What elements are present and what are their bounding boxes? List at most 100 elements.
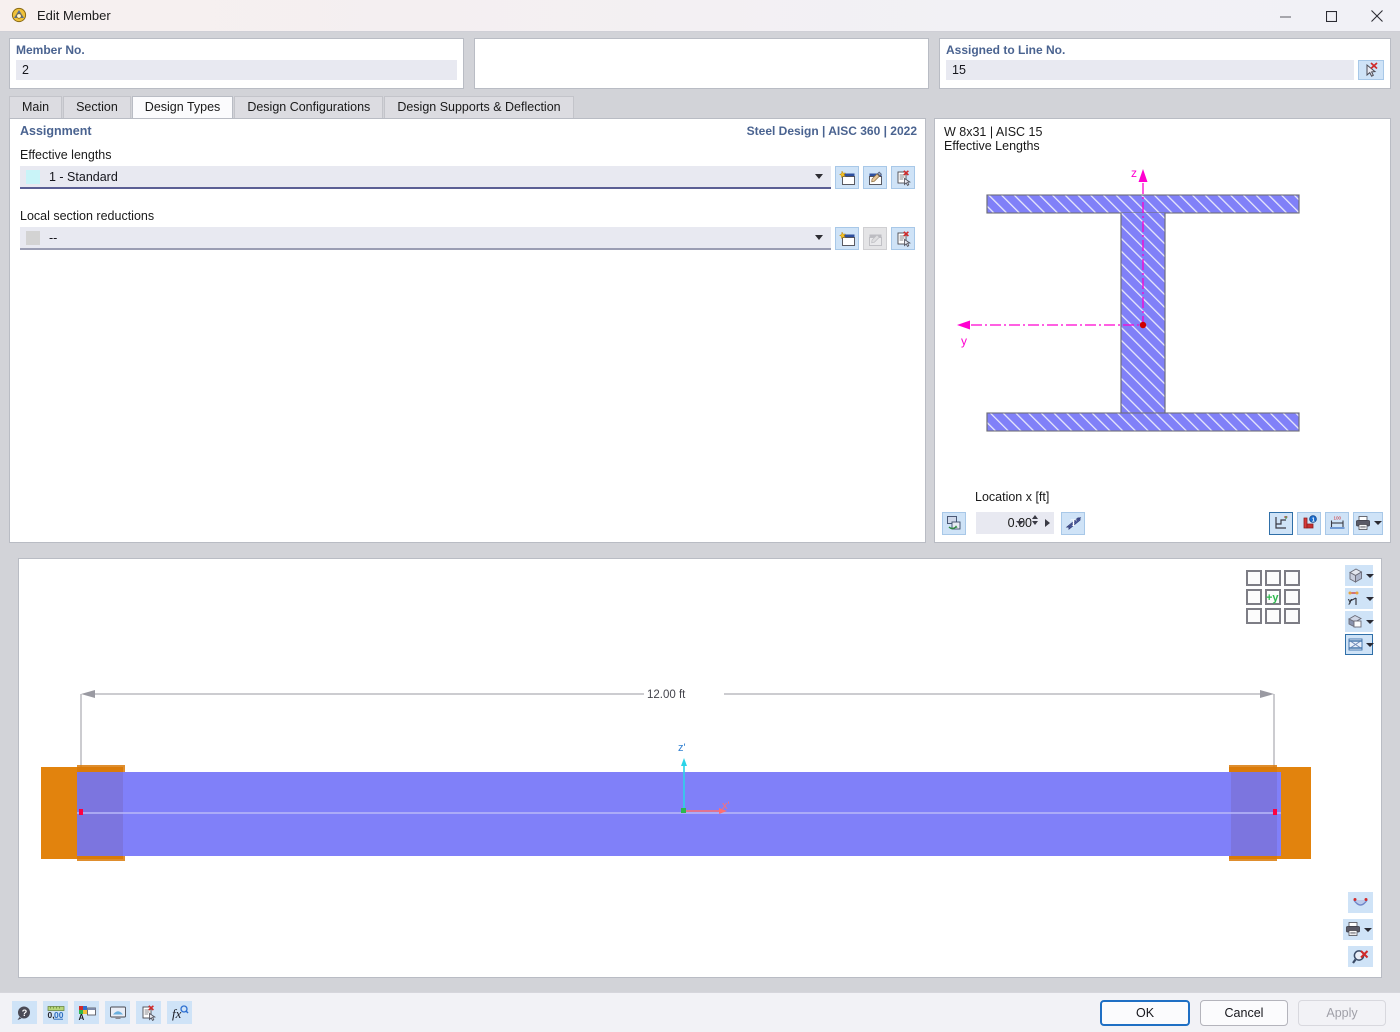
print-icon[interactable]: [1343, 919, 1373, 940]
numeric-format-icon[interactable]: 0, 00: [43, 1001, 68, 1024]
section-subtitle-label: Effective Lengths: [944, 139, 1040, 153]
ok-button[interactable]: OK: [1100, 999, 1190, 1026]
title-bar: Edit Member: [0, 0, 1400, 32]
delete-icon[interactable]: [136, 1001, 161, 1024]
render-mode-icon[interactable]: [942, 511, 966, 535]
edit-icon-disabled: [863, 227, 887, 250]
coordinate-system-icon[interactable]: [1269, 511, 1293, 535]
section-axis-y-label: y: [961, 334, 967, 348]
tab-main[interactable]: Main: [9, 96, 63, 118]
chevron-down-icon[interactable]: [1373, 521, 1382, 525]
svg-text:100: 100: [1333, 516, 1341, 521]
member-icon: [10, 7, 28, 25]
svg-text:00: 00: [54, 1010, 64, 1020]
assigned-line-input[interactable]: 15: [946, 60, 1354, 80]
axis-system-icon[interactable]: y: [1345, 588, 1374, 609]
local-section-reductions-group: Local section reductions --: [10, 201, 925, 250]
close-button[interactable]: [1354, 0, 1400, 32]
apply-button: Apply: [1298, 999, 1386, 1026]
svg-text:fx: fx: [172, 1006, 182, 1021]
effective-lengths-combo[interactable]: 1 - Standard: [20, 166, 831, 189]
tab-design-types[interactable]: Design Types: [131, 96, 234, 118]
chevron-down-icon[interactable]: [1016, 521, 1024, 525]
deformation-icon[interactable]: [1345, 634, 1374, 655]
print-icon[interactable]: [1353, 511, 1383, 535]
model-viewport[interactable]: 12.00 ft z' x' +y y: [18, 558, 1382, 978]
effective-lengths-value: 1 - Standard: [49, 169, 118, 184]
view-cube-icon[interactable]: [1345, 565, 1374, 586]
results-curve-icon[interactable]: [1348, 892, 1373, 913]
section-axis-z-label: z: [1131, 166, 1137, 180]
assignment-title: Assignment: [20, 124, 92, 138]
zoom-reset-icon[interactable]: [1348, 946, 1373, 967]
stepper-arrows[interactable]: [1032, 515, 1038, 525]
tab-bar: Main Section Design Types Design Configu…: [0, 96, 1400, 118]
minimize-button[interactable]: [1262, 0, 1308, 32]
svg-text:A: A: [78, 1013, 84, 1021]
dialog-footer: ? 0, 00 A fx OK Cancel Apply: [0, 992, 1400, 1032]
display-properties-icon[interactable]: A: [74, 1001, 99, 1024]
dialog-action-buttons: OK Cancel Apply: [1100, 999, 1386, 1026]
svg-text:y: y: [1348, 598, 1352, 605]
effective-lengths-color-swatch: [26, 169, 40, 184]
tab-section[interactable]: Section: [63, 96, 131, 118]
chevron-down-icon[interactable]: [1366, 619, 1374, 624]
local-section-reductions-color-swatch: [26, 230, 40, 245]
section-preview-toolbar: 0.00 T 1 100: [942, 511, 1383, 535]
chevron-down-icon[interactable]: [1366, 596, 1374, 601]
design-standard-label: Steel Design | AISC 360 | 2022: [746, 124, 917, 138]
assigned-line-label: Assigned to Line No.: [946, 43, 1066, 57]
assignment-panel: Assignment Steel Design | AISC 360 | 202…: [9, 118, 926, 543]
delete-icon[interactable]: [891, 227, 915, 250]
footer-tool-group: ? 0, 00 A fx: [12, 1001, 192, 1024]
member-no-field-group: Member No. 2: [9, 38, 464, 89]
dimensions-icon[interactable]: 100: [1325, 511, 1349, 535]
beam-model-graphic: 12.00 ft z' x': [41, 689, 1311, 861]
chevron-down-icon[interactable]: [1366, 573, 1374, 578]
view-cube-label: +y: [1266, 592, 1279, 604]
cancel-button[interactable]: Cancel: [1200, 999, 1288, 1026]
upper-content: Assignment Steel Design | AISC 360 | 202…: [9, 118, 1391, 543]
maximize-button[interactable]: [1308, 0, 1354, 32]
chevron-down-icon: [815, 173, 823, 179]
next-location-icon[interactable]: [1045, 519, 1050, 527]
edit-icon[interactable]: [863, 166, 887, 189]
section-properties-icon[interactable]: T: [1061, 511, 1085, 535]
chevron-down-icon[interactable]: [1364, 927, 1372, 932]
window-title: Edit Member: [37, 8, 111, 23]
new-icon[interactable]: [835, 227, 859, 250]
tab-design-supports-deflection[interactable]: Design Supports & Deflection: [384, 96, 574, 118]
viewport-axis-x-label: x': [722, 800, 730, 812]
assigned-line-field-group: Assigned to Line No. 15: [939, 38, 1391, 89]
local-section-reductions-combo[interactable]: --: [20, 227, 831, 250]
viewport-axis-z-label: z': [678, 742, 686, 754]
comment-input[interactable]: [481, 46, 922, 66]
select-line-icon[interactable]: [1358, 60, 1384, 80]
location-x-label: Location x [ft]: [975, 490, 1050, 504]
location-x-spinner[interactable]: 0.00: [976, 512, 1054, 534]
chevron-down-icon: [815, 234, 823, 240]
help-icon[interactable]: ?: [12, 1001, 37, 1024]
info-icon[interactable]: 1: [1297, 511, 1321, 535]
chevron-down-icon[interactable]: [1366, 642, 1374, 647]
delete-icon[interactable]: [891, 166, 915, 189]
member-no-input[interactable]: 2: [16, 60, 457, 80]
tab-design-configurations[interactable]: Design Configurations: [234, 96, 384, 118]
effective-lengths-label: Effective lengths: [20, 148, 112, 162]
header-fields: Member No. 2 Assigned to Line No. 15: [0, 32, 1400, 89]
window-controls: [1262, 0, 1400, 32]
member-no-label: Member No.: [16, 43, 85, 57]
viewport-tool-stack: y: [1345, 565, 1374, 655]
graphic-settings-icon[interactable]: [105, 1001, 130, 1024]
section-name-label: W 8x31 | AISC 15: [944, 125, 1043, 139]
function-icon[interactable]: fx: [167, 1001, 192, 1024]
view-cube[interactable]: +y: [1245, 569, 1301, 625]
effective-lengths-group: Effective lengths 1 - Standard: [10, 140, 925, 189]
cross-section-drawing[interactable]: z y: [935, 155, 1390, 510]
render-solid-icon[interactable]: [1345, 611, 1374, 632]
comment-field-group: [474, 38, 929, 89]
section-preview-header: W 8x31 | AISC 15 Effective Lengths: [935, 119, 1390, 153]
svg-text:?: ?: [22, 1008, 28, 1018]
local-section-reductions-value: --: [49, 230, 58, 245]
new-icon[interactable]: [835, 166, 859, 189]
